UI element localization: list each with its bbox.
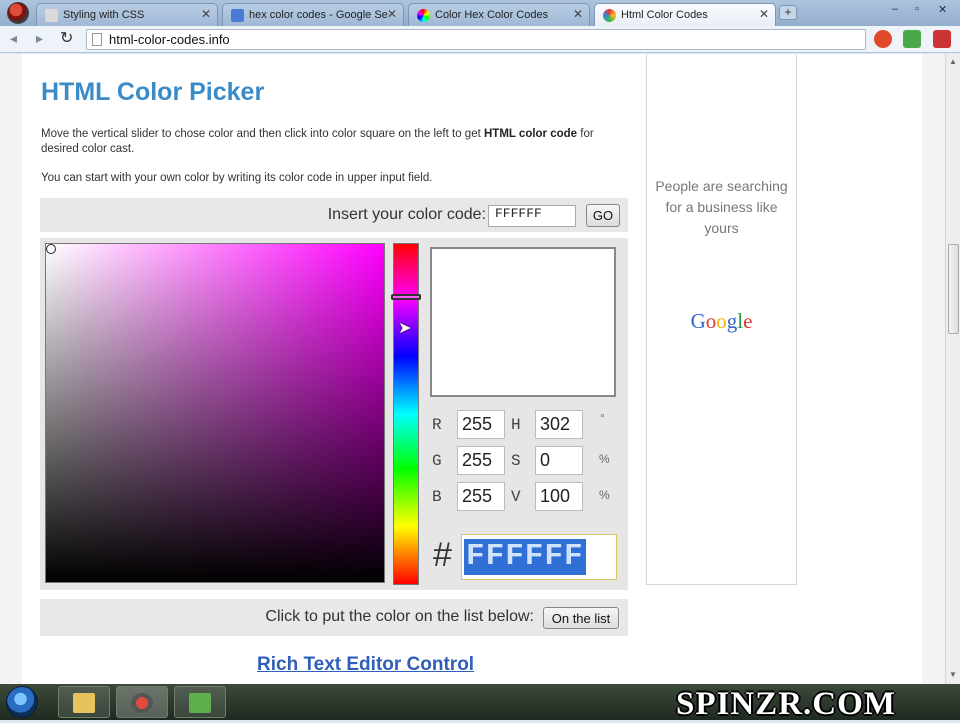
hex-output-value: FFFFFF [464,539,586,575]
saturation-marker[interactable] [46,244,56,254]
color-picker-panel: ➤ R 255 H 302 ° G 255 S 0 % B 255 V 100 … [40,238,628,590]
saturation-value-square[interactable] [45,243,385,583]
browser-toolbar: ◂ ▸ ↻ html-color-codes.info ★ [0,26,960,53]
reload-icon[interactable]: ↻ [60,28,73,48]
r-input[interactable]: 255 [457,410,505,439]
close-icon[interactable]: ✕ [759,7,769,21]
scroll-up-icon[interactable]: ▲ [949,57,957,66]
color-code-input-bar: Insert your color code: FFFFFF GO [40,198,628,232]
watermark: SPINZR.COM [676,686,896,722]
tab-label: Color Hex Color Codes [435,9,549,21]
h-input[interactable]: 302 [535,410,583,439]
tab-label: hex color codes - Google Se [249,9,388,21]
color-favicon-icon [603,9,616,22]
intro-text: Move the vertical slider to chose color … [41,128,484,140]
logo-letter: G [690,309,706,333]
page-favicon-icon [45,9,58,22]
color-wheel-favicon-icon [417,9,430,22]
logo-letter: o [705,309,717,333]
add-to-list-bar: Click to put the color on the list below… [40,599,628,636]
intro-paragraph: Move the vertical slider to chose color … [41,127,601,157]
close-icon[interactable]: ✕ [201,7,211,21]
v-input[interactable]: 100 [535,482,583,511]
new-tab-button[interactable]: + [779,5,797,20]
taskbar-browser[interactable] [116,686,168,718]
h-label: H [511,416,521,434]
intro-paragraph-2: You can start with your own color by wri… [41,172,433,184]
rich-text-editor-link[interactable]: Rich Text Editor Control [257,654,474,676]
ad-panel[interactable]: People are searching for a business like… [646,54,797,585]
address-bar[interactable]: html-color-codes.info ★ [86,29,891,50]
tab-html-color-codes[interactable]: Html Color Codes ✕ [594,3,776,26]
logo-letter: o [716,309,727,333]
page-title: HTML Color Picker [41,78,265,106]
color-preview [430,247,616,397]
hex-output-field[interactable]: FFFFFF [461,534,617,580]
folder-icon [73,693,95,713]
page-icon [92,33,102,46]
taskbar-spreadsheet[interactable] [174,686,226,718]
on-the-list-button[interactable]: On the list [543,607,619,629]
start-button[interactable] [6,686,38,718]
extension-search-icon[interactable] [874,30,892,48]
s-input[interactable]: 0 [535,446,583,475]
tab-color-hex[interactable]: Color Hex Color Codes ✕ [408,3,590,26]
tab-styling-with-css[interactable]: Styling with CSS ✕ [36,3,218,26]
spreadsheet-icon [189,693,211,713]
browser-app-icon[interactable] [7,2,29,24]
close-icon[interactable]: ✕ [573,7,583,21]
browser-icon [131,693,153,713]
url-text: html-color-codes.info [109,32,230,47]
hash-symbol: # [433,536,452,574]
s-label: S [511,452,521,470]
extension-share-icon[interactable] [903,30,921,48]
page-viewport: HTML Color Picker Move the vertical slid… [0,54,945,684]
g-input[interactable]: 255 [457,446,505,475]
tab-label: Html Color Codes [621,9,708,21]
minimize-icon[interactable]: – [892,3,898,15]
close-icon[interactable]: ✕ [387,7,397,21]
ad-text: People are searching for a business like… [655,178,788,236]
v-label: V [511,488,521,506]
page-content: HTML Color Picker Move the vertical slid… [22,54,922,684]
hue-slider-handle[interactable] [391,294,421,300]
go-button[interactable]: GO [586,204,620,227]
hue-slider[interactable] [391,243,421,585]
add-to-list-label: Click to put the color on the list below… [265,608,534,625]
intro-bold-text: HTML color code [484,128,578,140]
b-input[interactable]: 255 [457,482,505,511]
b-label: B [432,488,442,506]
close-window-icon[interactable]: ✕ [938,3,947,16]
extension-badge-icon[interactable] [933,30,951,48]
tab-label: Styling with CSS [63,9,145,21]
vertical-scrollbar[interactable]: ▲ ▼ [945,54,960,684]
google-logo[interactable]: Google [647,309,796,334]
tab-strip: Styling with CSS ✕ hex color codes - Goo… [0,0,960,26]
g-label: G [432,452,442,470]
back-icon[interactable]: ◂ [10,30,17,47]
v-unit: % [599,488,610,502]
mouse-cursor-icon: ➤ [398,320,412,337]
scrollbar-thumb[interactable] [948,244,959,334]
tab-google-search[interactable]: hex color codes - Google Se ✕ [222,3,404,26]
maximize-icon[interactable]: ▫ [915,3,919,15]
s-unit: % [599,452,610,466]
forward-icon[interactable]: ▸ [36,30,43,47]
taskbar-explorer[interactable] [58,686,110,718]
r-label: R [432,416,442,434]
logo-letter: e [743,309,753,333]
color-code-input[interactable]: FFFFFF [488,205,576,227]
scroll-down-icon[interactable]: ▼ [949,670,957,679]
logo-letter: g [726,309,738,333]
insert-color-label: Insert your color code: [327,206,486,223]
h-unit: ° [600,411,605,425]
google-favicon-icon [231,9,244,22]
